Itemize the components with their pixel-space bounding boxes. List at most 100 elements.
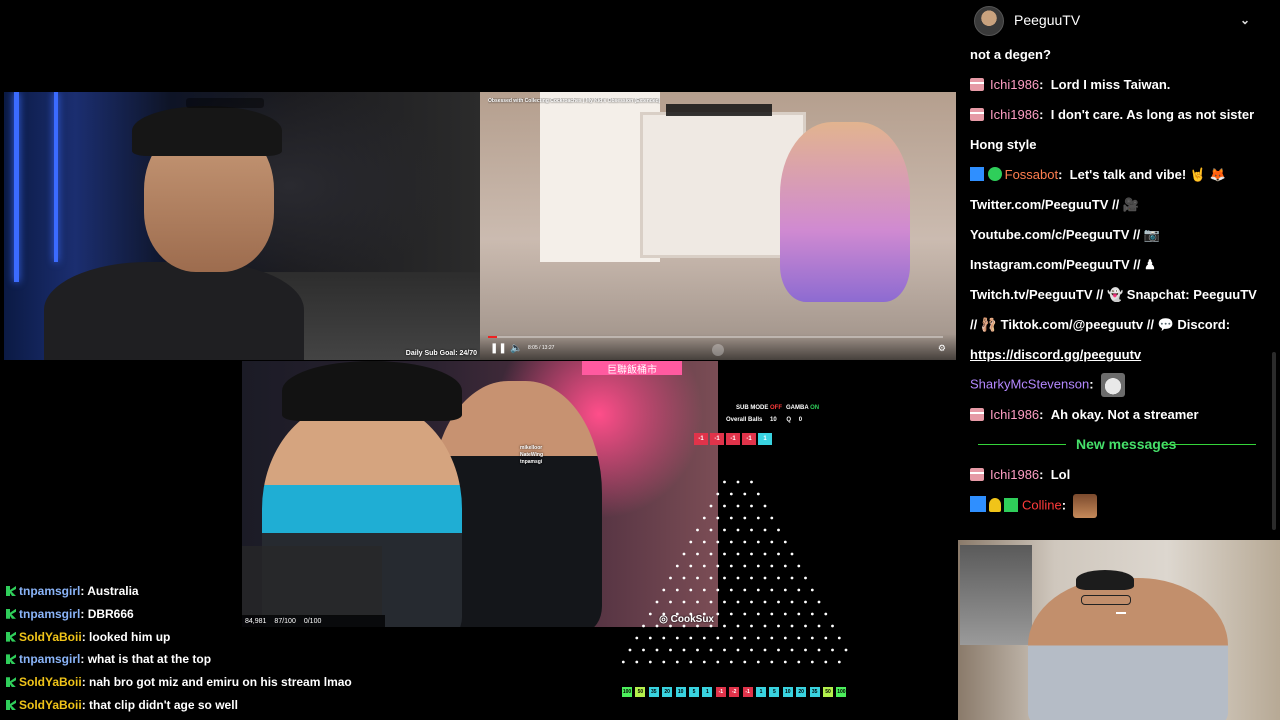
plinko-peg — [689, 540, 693, 544]
plinko-peg — [736, 528, 740, 532]
plinko-peg — [750, 480, 753, 484]
plinko-peg — [750, 504, 753, 508]
chat-message: Colline: — [970, 494, 1098, 518]
plinko-peg — [709, 624, 713, 628]
pause-icon[interactable]: ❚❚ — [490, 343, 507, 354]
plinko-peg — [648, 612, 652, 616]
plinko-peg — [750, 552, 753, 556]
plinko-peg — [723, 552, 726, 556]
chat-header[interactable]: PeeguuTV ⌄ — [968, 6, 1254, 36]
plinko-peg — [736, 600, 740, 604]
overlay-chat-username: tnpamsgirl — [19, 606, 81, 621]
plinko-peg — [750, 528, 753, 532]
sub-gift-badge-icon — [970, 468, 984, 481]
plinko-slot: 20 — [796, 687, 807, 697]
sub-mode-label: SUB MODE OFF — [736, 405, 782, 411]
market-sign: 巨聯飯桶市 — [582, 361, 682, 376]
chat-username[interactable]: Ichi1986 — [990, 467, 1039, 482]
plinko-peg — [756, 540, 760, 544]
plinko-peg — [736, 480, 740, 484]
message-text: Hong style — [970, 137, 1037, 152]
new-messages-divider[interactable]: New messages — [978, 436, 1264, 452]
plinko-peg — [783, 612, 787, 616]
volume-icon[interactable]: 🔈 — [510, 343, 522, 354]
cat-emote-icon — [1100, 373, 1125, 397]
overlay-chat-message: DBR666 — [87, 606, 134, 621]
plinko-peg — [662, 612, 666, 616]
plinko-peg — [709, 504, 713, 508]
plinko-peg — [729, 636, 733, 640]
plinko-peg — [797, 612, 801, 616]
plinko-peg — [770, 516, 774, 520]
plinko-peg — [797, 660, 801, 664]
plinko-slot: 5 — [689, 687, 699, 697]
chat-message: not a degen? — [970, 47, 1051, 62]
overlay-chat-message: Australia — [87, 584, 139, 598]
sub-mode-text: SUB MODE — [736, 405, 769, 411]
chat-message: Ichi1986: Lord I miss Taiwan. — [970, 77, 1170, 92]
chat-message: Fossabot: Let's talk and vibe! 🤘 🦊 — [970, 167, 1226, 183]
chat-username[interactable]: SharkyMcStevenson — [970, 376, 1089, 391]
message-text: Lol — [1050, 467, 1071, 482]
plinko-slot: 50 — [823, 687, 833, 697]
plinko-peg — [729, 564, 733, 568]
daily-sub-goal: Daily Sub Goal: 24/70 — [405, 350, 477, 357]
street-stream-video: Daily Sub Goal: 24/70 — [4, 92, 480, 360]
plinko-peg — [817, 624, 821, 628]
chat-username[interactable]: Ichi1986 — [990, 77, 1039, 92]
chat-username[interactable]: Ichi1986 — [990, 407, 1039, 422]
plinko-peg — [635, 636, 639, 640]
video-progress-bar[interactable] — [488, 336, 943, 338]
plinko-peg — [777, 648, 780, 652]
plinko-peg — [736, 576, 740, 580]
plinko-peg — [756, 636, 760, 640]
gamba-text: GAMBA — [786, 405, 809, 411]
plinko-peg — [743, 516, 747, 520]
plinko-peg — [804, 624, 807, 628]
url-popup — [666, 104, 772, 116]
plinko-peg — [696, 576, 699, 580]
channel-name: PeeguuTV — [1014, 12, 1081, 28]
chat-message-cont: Youtube.com/c/PeeguuTV // 📷 — [970, 227, 1160, 243]
chat-username[interactable]: Colline — [1022, 497, 1062, 512]
center-button[interactable] — [712, 344, 724, 356]
plinko-peg — [689, 660, 693, 664]
discord-link[interactable]: https://discord.gg/peeguutv — [970, 347, 1141, 362]
plinko-peg — [709, 552, 713, 556]
plinko-peg — [770, 564, 774, 568]
social-icons-overlay — [186, 98, 264, 108]
plinko-peg — [655, 624, 659, 628]
plinko-peg — [837, 636, 841, 640]
chat-scrollbar[interactable] — [1272, 352, 1276, 530]
plinko-peg — [709, 600, 713, 604]
child-figure — [780, 122, 910, 302]
chat-message: Ichi1986: I don't care. As long as not s… — [970, 107, 1254, 122]
video-time: 8:05 / 13:27 — [528, 345, 555, 351]
overlay-chat-message: nah bro got miz and emiru on his stream … — [89, 675, 352, 690]
message-text: I don't care. As long as not sister — [1050, 107, 1255, 122]
plinko-peg — [743, 660, 747, 664]
plinko-peg — [702, 636, 706, 640]
plinko-peg — [716, 588, 720, 592]
plinko-peg — [736, 648, 740, 652]
plinko-peg — [743, 612, 747, 616]
wall-poster — [960, 545, 1032, 645]
chevron-down-icon[interactable]: ⌄ — [1240, 13, 1250, 27]
plinko-peg — [763, 528, 767, 532]
face-emote-icon — [1073, 494, 1098, 518]
chat-username[interactable]: Fossabot — [1005, 167, 1058, 182]
plinko-peg — [675, 636, 679, 640]
youtube-video[interactable]: Obsessed with Collecting Cockroaches | M… — [480, 92, 956, 360]
plinko-peg — [756, 660, 760, 664]
plinko-peg — [770, 636, 774, 640]
settings-icon[interactable]: ⚙ — [938, 343, 946, 354]
plinko-peg — [621, 660, 625, 664]
chat-username[interactable]: Ichi1986 — [990, 107, 1039, 122]
plinko-peg — [702, 588, 706, 592]
plinko-peg — [709, 528, 713, 532]
plinko-slot: -1 — [715, 687, 726, 697]
plinko-slot: 1 — [756, 687, 766, 697]
plinko-peg — [689, 636, 693, 640]
plinko-peg — [783, 564, 787, 568]
overlay-chat-username: tnpamsgirl — [19, 584, 81, 598]
